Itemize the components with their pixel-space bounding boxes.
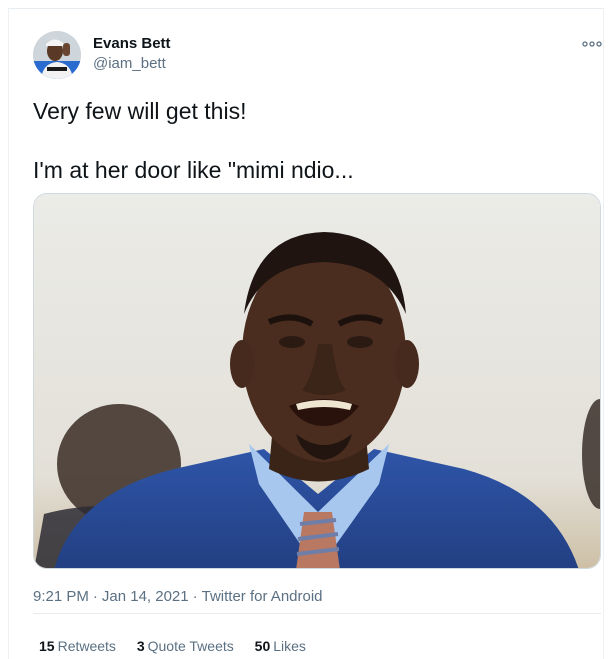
photo-man-in-suit [34,194,600,568]
tweet-meta: 9:21 PM · Jan 14, 2021 · Twitter for Android [33,588,323,605]
tweet-text-line-1: Very few will get this! [33,98,247,124]
author-name[interactable]: Evans Bett [93,35,171,52]
retweets-stat[interactable]: 15 Retweets [39,638,116,654]
tweet-stats: 15 Retweets 3 Quote Tweets 50 Likes [39,638,323,654]
divider [33,613,601,614]
tweet-source[interactable]: Twitter for Android [202,588,323,605]
avatar[interactable] [33,31,81,79]
tweet-date[interactable]: Jan 14, 2021 [102,588,189,605]
tweet-card: Evans Bett @iam_bett Very few will get t… [8,8,604,659]
quote-tweets-label: Quote Tweets [147,638,234,654]
avatar-photo [33,31,81,79]
more-options-icon[interactable] [581,37,603,49]
author-handle[interactable]: @iam_bett [93,55,166,72]
meta-separator: · [192,588,198,605]
retweets-count: 15 [39,638,55,654]
tweet-text-line-2: I'm at her door like "mimi ndio... [33,157,354,183]
tweet-photo[interactable] [33,193,601,569]
meta-separator: · [92,588,98,605]
retweets-label: Retweets [57,638,116,654]
likes-label: Likes [273,638,306,654]
quote-tweets-count: 3 [136,638,145,654]
quote-tweets-stat[interactable]: 3 Quote Tweets [137,638,234,654]
likes-count: 50 [254,638,271,654]
likes-stat[interactable]: 50 Likes [255,638,306,654]
tweet-time[interactable]: 9:21 PM [33,588,89,605]
tweet-text: Very few will get this! I'm at her door … [33,97,593,185]
